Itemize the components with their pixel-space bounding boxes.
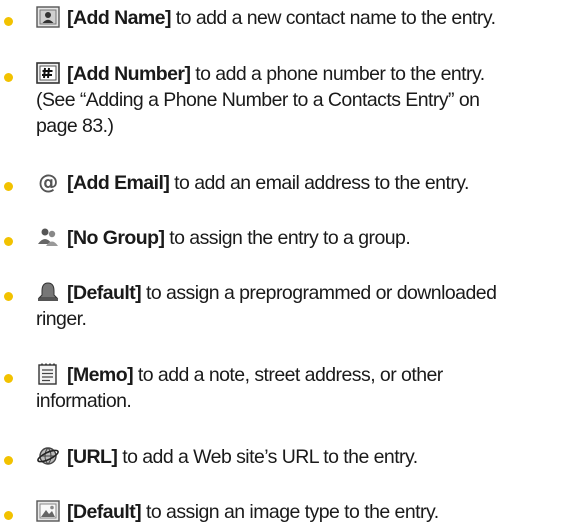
add-name-icon <box>36 6 60 28</box>
item-text: to add an email address to the entry. <box>169 172 469 194</box>
url-icon <box>36 445 60 467</box>
item-label: [No Group] <box>67 227 165 249</box>
item-label: [Default] <box>67 501 142 523</box>
group-icon <box>36 226 60 248</box>
item-label: [Default] <box>67 282 142 304</box>
item-label: [Add Number] <box>67 63 191 85</box>
bullet <box>4 292 13 301</box>
item-continuation: page 83.) <box>36 115 114 137</box>
item-text: to add a Web site’s URL to the entry. <box>117 446 418 468</box>
item-text: to add a new contact name to the entry. <box>170 7 496 29</box>
ringer-icon <box>36 281 60 303</box>
item-label: [Memo] <box>67 364 134 386</box>
bullet <box>4 73 13 82</box>
svg-text:@: @ <box>38 171 57 193</box>
item-label: [URL] <box>67 446 118 468</box>
image-icon <box>36 500 60 522</box>
item-continuation: ringer. <box>36 308 87 330</box>
bullet <box>4 237 13 246</box>
bullet <box>4 17 13 26</box>
add-number-icon <box>36 62 60 84</box>
item-continuation: information. <box>36 390 132 412</box>
bullet <box>4 456 13 465</box>
memo-icon <box>36 363 60 385</box>
item-label: [Add Name] <box>67 7 171 29</box>
bullet <box>4 182 13 191</box>
add-email-icon: @ <box>36 171 60 193</box>
bullet <box>4 511 13 520</box>
item-text: to assign the entry to a group. <box>164 227 411 249</box>
item-text: to assign a preprogrammed or downloaded <box>141 282 497 304</box>
item-text: to assign an image type to the entry. <box>141 501 439 523</box>
item-text: to add a phone number to the entry. <box>190 63 485 85</box>
item-label: [Add Email] <box>67 172 170 194</box>
item-text: to add a note, street address, or other <box>133 364 443 386</box>
item-continuation: (See “Adding a Phone Number to a Contact… <box>36 89 480 111</box>
bullet <box>4 374 13 383</box>
